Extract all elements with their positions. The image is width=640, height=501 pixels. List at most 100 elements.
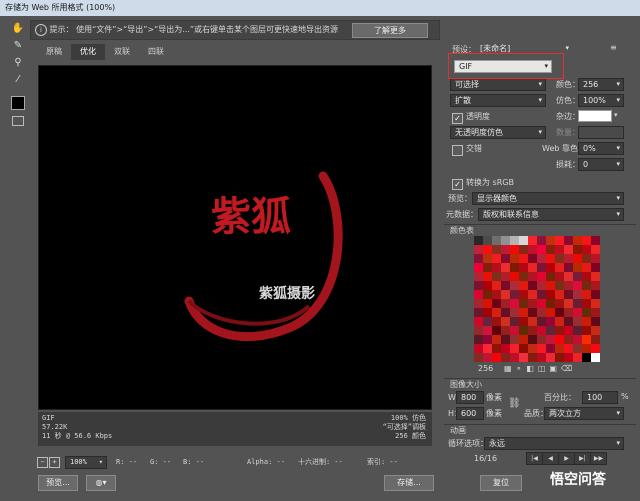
- color-swatch[interactable]: [492, 353, 501, 362]
- color-swatch[interactable]: [537, 281, 546, 290]
- preview-canvas[interactable]: 紫狐 紫狐摄影: [38, 65, 432, 410]
- color-swatch[interactable]: [582, 254, 591, 263]
- color-swatch[interactable]: [555, 335, 564, 344]
- color-swatch[interactable]: [573, 326, 582, 335]
- color-swatch[interactable]: [564, 299, 573, 308]
- color-swatch[interactable]: [564, 335, 573, 344]
- color-swatch[interactable]: [510, 335, 519, 344]
- color-swatch[interactable]: [528, 290, 537, 299]
- color-swatch[interactable]: [546, 236, 555, 245]
- color-swatch[interactable]: [519, 281, 528, 290]
- color-swatch[interactable]: [573, 263, 582, 272]
- color-swatch[interactable]: [492, 290, 501, 299]
- color-swatch[interactable]: [474, 236, 483, 245]
- color-swatch[interactable]: [483, 290, 492, 299]
- color-swatch[interactable]: [474, 326, 483, 335]
- color-swatch[interactable]: [474, 245, 483, 254]
- color-swatch[interactable]: [492, 272, 501, 281]
- color-swatch[interactable]: [555, 299, 564, 308]
- interlaced-checkbox[interactable]: [452, 145, 463, 156]
- color-swatch[interactable]: [546, 245, 555, 254]
- color-swatch[interactable]: [555, 326, 564, 335]
- color-swatch[interactable]: [501, 335, 510, 344]
- color-swatch[interactable]: [582, 263, 591, 272]
- color-swatch[interactable]: [564, 308, 573, 317]
- color-swatch[interactable]: [555, 236, 564, 245]
- color-swatch[interactable]: [528, 236, 537, 245]
- color-swatch[interactable]: [573, 308, 582, 317]
- color-swatch[interactable]: [573, 353, 582, 362]
- color-swatch[interactable]: [591, 236, 600, 245]
- color-swatch[interactable]: [564, 281, 573, 290]
- color-swatch[interactable]: [519, 263, 528, 272]
- color-swatch[interactable]: [555, 281, 564, 290]
- color-swatch[interactable]: [555, 353, 564, 362]
- dither-algorithm-select[interactable]: 扩散 ▾: [450, 94, 546, 107]
- color-swatch[interactable]: [546, 290, 555, 299]
- color-swatch[interactable]: [474, 344, 483, 353]
- metadata-select[interactable]: 版权和联系信息 ▾: [478, 208, 624, 221]
- color-swatch[interactable]: [582, 317, 591, 326]
- colors-field[interactable]: 256 ▾: [578, 78, 624, 91]
- color-swatch[interactable]: [591, 308, 600, 317]
- color-swatch[interactable]: [492, 236, 501, 245]
- color-swatch[interactable]: [519, 245, 528, 254]
- color-swatch[interactable]: [564, 272, 573, 281]
- zoom-select[interactable]: 100% ▾: [65, 456, 107, 469]
- color-swatch[interactable]: [528, 254, 537, 263]
- color-swatch[interactable]: [546, 254, 555, 263]
- color-swatch[interactable]: [591, 326, 600, 335]
- slice-select-tool-icon[interactable]: ✎: [10, 39, 26, 53]
- color-swatch[interactable]: [501, 299, 510, 308]
- color-swatch[interactable]: [474, 299, 483, 308]
- toggle-slices-icon[interactable]: [12, 116, 24, 126]
- color-swatch[interactable]: [537, 317, 546, 326]
- transparency-checkbox[interactable]: ✓: [452, 113, 463, 124]
- zoom-in-icon[interactable]: +: [49, 457, 60, 468]
- color-swatch[interactable]: [537, 263, 546, 272]
- color-swatch[interactable]: [519, 236, 528, 245]
- color-swatch[interactable]: [510, 326, 519, 335]
- color-swatch[interactable]: [537, 254, 546, 263]
- color-swatch[interactable]: [564, 290, 573, 299]
- preview-select[interactable]: 显示器颜色 ▾: [472, 192, 624, 205]
- color-swatch[interactable]: [510, 299, 519, 308]
- eyedropper-tool-icon[interactable]: ⁄: [10, 73, 26, 87]
- color-swatch[interactable]: [483, 299, 492, 308]
- color-swatch[interactable]: [546, 353, 555, 362]
- color-swatch[interactable]: [528, 263, 537, 272]
- color-swatch[interactable]: [501, 353, 510, 362]
- color-swatch[interactable]: [528, 245, 537, 254]
- color-swatch[interactable]: [501, 344, 510, 353]
- color-swatch[interactable]: [555, 308, 564, 317]
- color-swatch[interactable]: [573, 236, 582, 245]
- web-snap-field[interactable]: 0% ▾: [578, 142, 624, 155]
- color-swatch[interactable]: [537, 335, 546, 344]
- color-swatch[interactable]: [483, 308, 492, 317]
- preview-button[interactable]: 预览...: [38, 475, 78, 491]
- color-swatch[interactable]: [564, 353, 573, 362]
- color-swatch[interactable]: [582, 272, 591, 281]
- color-swatch[interactable]: [528, 326, 537, 335]
- color-swatch[interactable]: [492, 344, 501, 353]
- color-swatch[interactable]: [510, 353, 519, 362]
- color-swatch[interactable]: [483, 263, 492, 272]
- loop-select[interactable]: 永远 ▾: [484, 437, 624, 450]
- color-swatch[interactable]: [483, 236, 492, 245]
- save-button[interactable]: 存储...: [384, 475, 434, 491]
- color-swatch[interactable]: [492, 326, 501, 335]
- color-swatch[interactable]: [546, 344, 555, 353]
- color-swatch[interactable]: [519, 308, 528, 317]
- color-swatch[interactable]: [519, 335, 528, 344]
- quality-select[interactable]: 两次立方 ▾: [544, 407, 624, 420]
- color-swatch[interactable]: [510, 317, 519, 326]
- color-swatch[interactable]: [483, 254, 492, 263]
- color-swatch[interactable]: [555, 245, 564, 254]
- color-swatch[interactable]: [564, 236, 573, 245]
- color-swatch[interactable]: [483, 281, 492, 290]
- color-swatch[interactable]: [555, 317, 564, 326]
- color-swatch[interactable]: [528, 272, 537, 281]
- color-swatch[interactable]: [573, 317, 582, 326]
- color-swatch[interactable]: [591, 254, 600, 263]
- color-swatch[interactable]: [582, 290, 591, 299]
